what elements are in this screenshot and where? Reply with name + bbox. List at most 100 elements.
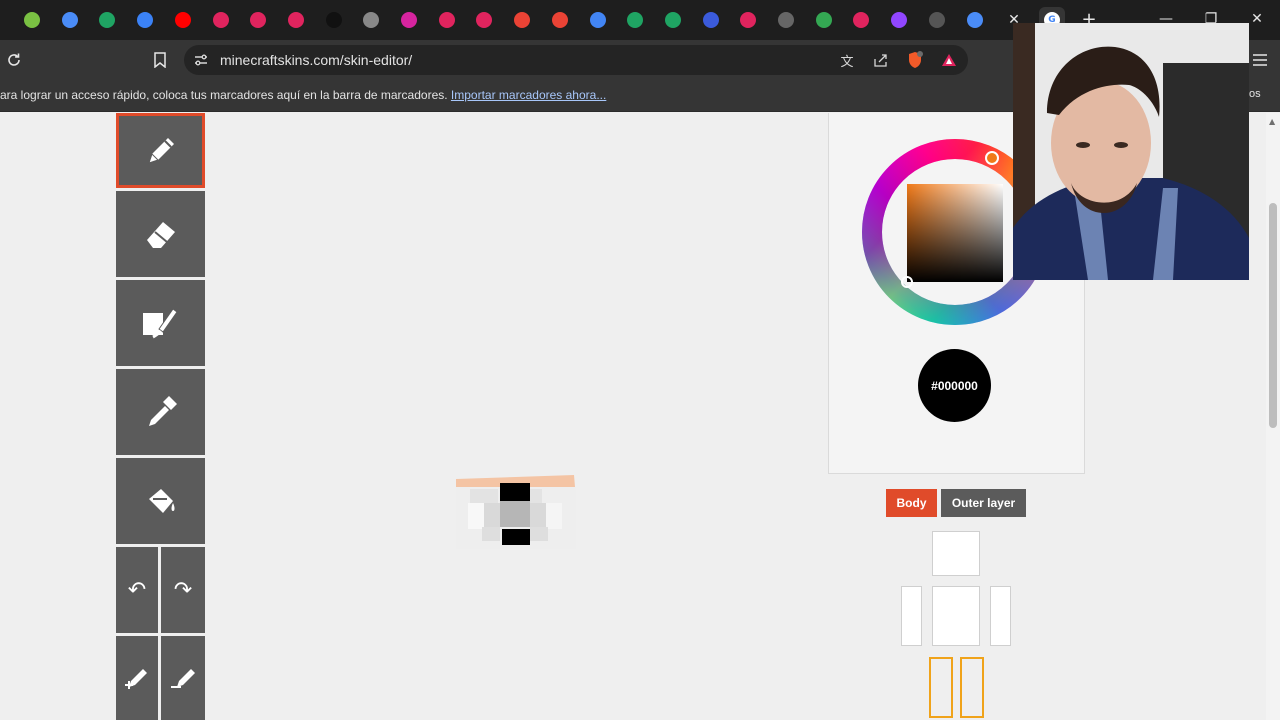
browser-tab[interactable] [585,7,611,33]
loading-icon [778,12,794,28]
browser-tab[interactable] [811,7,837,33]
bookmark-icon[interactable] [150,50,170,70]
browser-tab[interactable] [132,7,158,33]
eraser-tool[interactable] [116,191,205,277]
head-part[interactable] [932,531,980,576]
instagram-icon [401,12,417,28]
browser-tab[interactable] [924,7,950,33]
pencil-minus-tool[interactable] [161,636,205,720]
app-icon [740,12,757,28]
scroll-thumb[interactable] [1269,203,1277,428]
left-leg-part[interactable] [960,657,984,718]
tiktok-icon [325,12,342,28]
app-icon [928,12,945,28]
app-icon [476,12,493,28]
drive-icon [664,12,681,28]
browser-tab[interactable] [962,7,988,33]
app-icon [702,12,719,28]
browser-tab[interactable] [396,7,422,33]
left-arm-part[interactable] [990,586,1011,646]
pencil-plus-icon [125,669,147,689]
browser-tab[interactable] [19,7,45,33]
browser-tab[interactable] [698,7,724,33]
pencil-icon [147,137,174,164]
pencil-minus-icon [171,669,195,688]
browser-tab[interactable] [245,7,271,33]
pencil-plus-tool[interactable] [116,636,158,720]
brush-tool[interactable] [116,280,205,366]
browser-tab[interactable] [208,7,234,33]
brave-rewards-icon[interactable] [940,51,958,69]
youtube-icon [212,12,229,28]
hue-handle[interactable] [985,151,999,165]
right-leg-part[interactable] [929,657,953,718]
app-icon [438,12,455,28]
webcam-person-image [1013,23,1249,280]
drive-icon [99,12,116,28]
browser-tab[interactable] [283,7,309,33]
skin-3d-preview[interactable] [454,473,578,549]
import-bookmarks-link[interactable]: Importar marcadores ahora... [451,88,606,102]
torso-part[interactable] [932,586,980,646]
redo-icon: ↷ [173,577,193,603]
browser-tab[interactable] [358,7,384,33]
menu-icon[interactable] [1250,50,1270,70]
share-icon[interactable] [872,51,890,69]
browser-tab[interactable] [848,7,874,33]
gmail-icon [287,12,304,28]
browser-tab[interactable] [547,7,573,33]
bookmarks-prompt-text: ara lograr un acceso rápido, coloca tus … [0,88,448,102]
gmail-icon [551,12,568,28]
redo-button[interactable]: ↷ [161,547,205,633]
maps-icon [815,12,832,28]
app-icon [853,12,870,28]
page-scrollbar[interactable]: ▲ [1266,113,1280,720]
undo-button[interactable]: ↶ [116,547,158,633]
current-color-swatch[interactable]: #000000 [918,349,991,422]
url-text: minecraftskins.com/skin-editor/ [220,52,413,68]
bucket-tool[interactable] [116,458,205,544]
reload-icon[interactable] [4,50,24,70]
google-icon [589,12,606,28]
drive-icon [627,12,644,28]
youtube-icon [174,12,191,28]
browser-tab[interactable] [773,7,799,33]
site-settings-icon[interactable] [192,51,210,69]
browser-tab[interactable] [321,7,347,33]
body-layer-button[interactable]: Body [886,489,937,517]
eraser-icon [146,222,175,248]
undo-icon: ↶ [127,577,147,603]
app-icon [363,12,380,28]
webcam-overlay [1013,23,1249,280]
translate-icon[interactable]: 文 [838,51,856,70]
eyedropper-tool[interactable] [116,369,205,455]
browser-tab[interactable] [57,7,83,33]
browser-tab[interactable] [622,7,648,33]
twitch-icon [891,12,908,28]
bookmarks-prompt: ara lograr un acceso rápido, coloca tus … [0,88,606,102]
browser-tab[interactable] [886,7,912,33]
browser-tab[interactable] [434,7,460,33]
youtube-icon [250,12,267,28]
scroll-up-icon[interactable]: ▲ [1269,117,1277,126]
browser-tab[interactable] [509,7,535,33]
address-bar[interactable]: minecraftskins.com/skin-editor/ 文 [184,45,968,75]
outer-layer-button[interactable]: Outer layer [941,489,1026,517]
browser-tab[interactable] [170,7,196,33]
right-arm-part[interactable] [901,586,922,646]
browser-tab[interactable] [94,7,120,33]
brush-icon [142,308,178,339]
browser-tab[interactable] [471,7,497,33]
app-icon [24,12,40,28]
gmail-icon [514,12,531,28]
browser-tab[interactable] [735,7,761,33]
pencil-tool[interactable] [116,113,205,188]
app-icon [966,12,983,28]
app-icon [137,12,154,28]
browser-tab[interactable] [660,7,686,33]
eyedropper-icon [148,396,177,426]
bucket-icon [148,489,174,513]
gemini-icon [61,12,78,28]
screen: ✕ G + — ❐ ✕ minecraftskins.com/skin-edit… [0,0,1280,720]
brave-shield-icon[interactable] [906,51,924,69]
